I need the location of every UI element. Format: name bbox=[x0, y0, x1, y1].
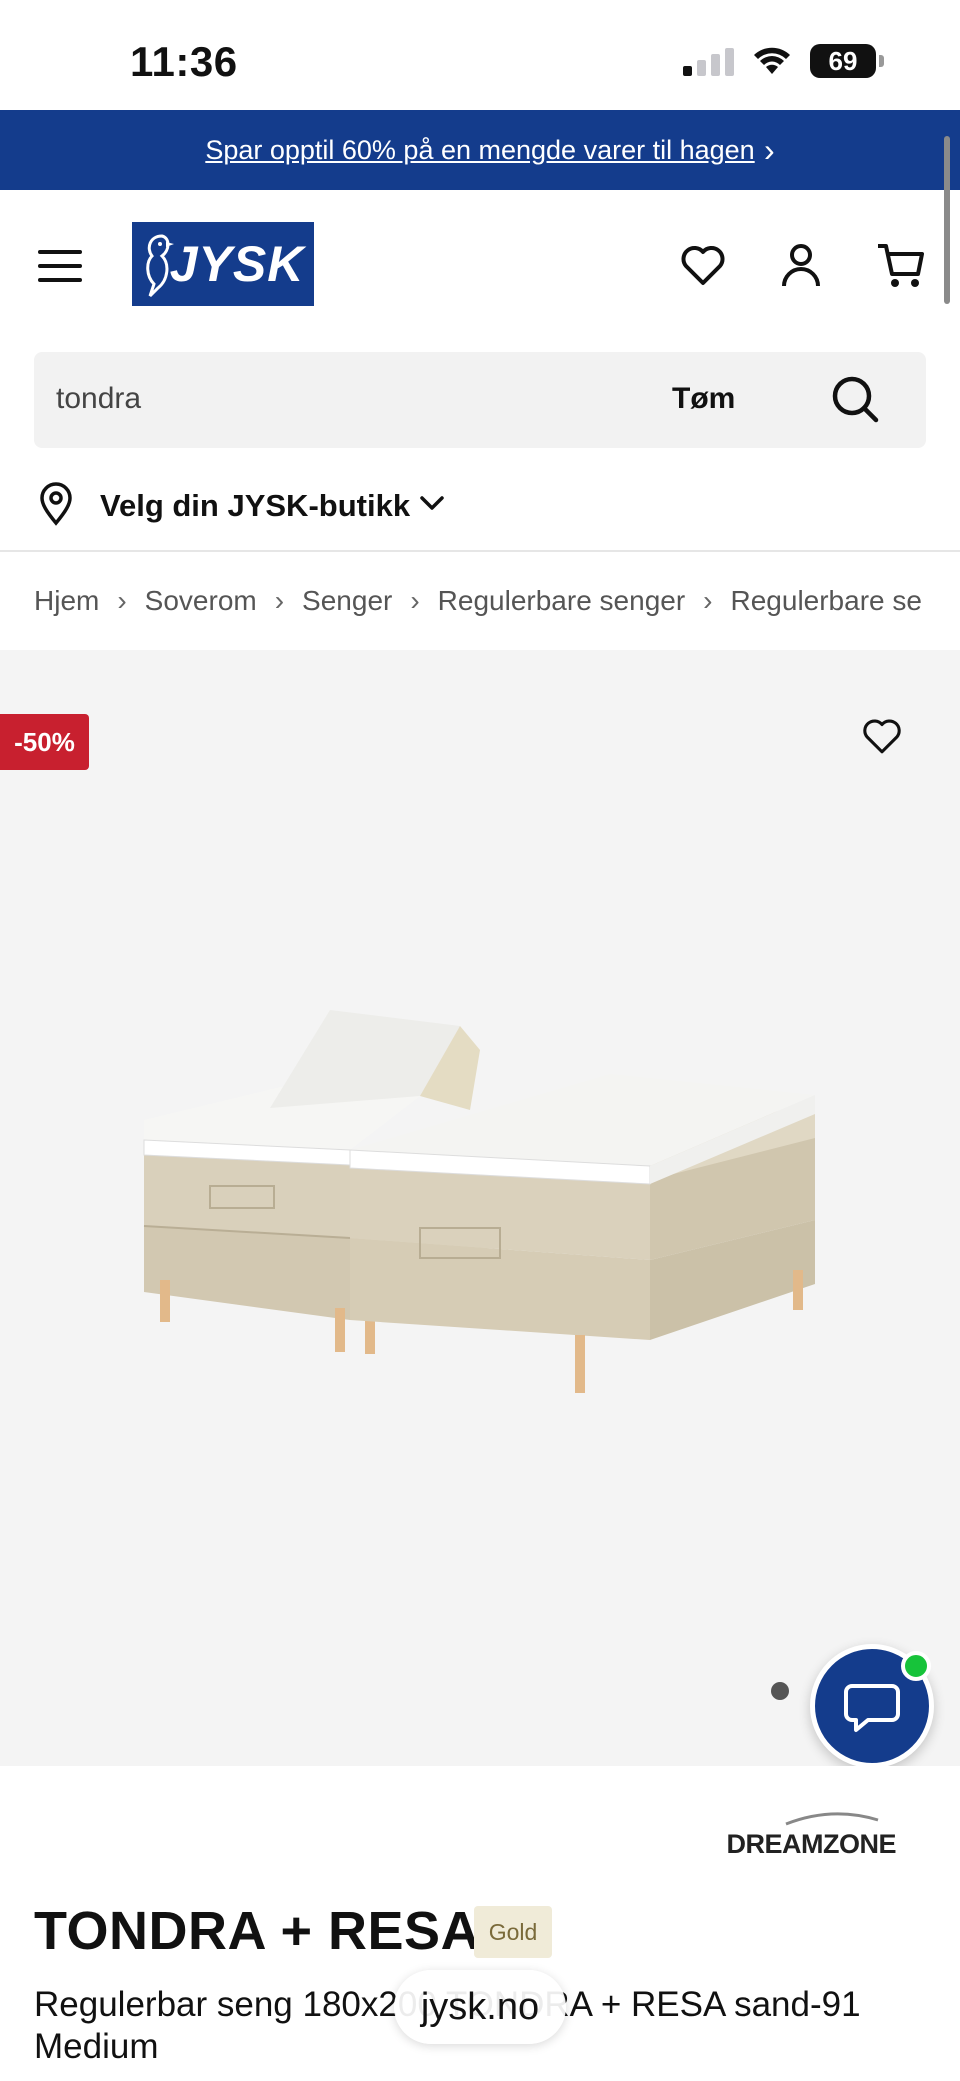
chat-button[interactable] bbox=[810, 1644, 934, 1766]
breadcrumb: Hjem › Soverom › Senger › Regulerbare se… bbox=[0, 552, 960, 650]
browser-url-bar[interactable]: jysk.no bbox=[394, 1970, 566, 2044]
menu-icon[interactable] bbox=[38, 246, 82, 286]
tier-badge: Gold bbox=[474, 1906, 552, 1958]
breadcrumb-item-current[interactable]: Regulerbare se bbox=[731, 585, 922, 617]
brand-name: DREAMZONE bbox=[726, 1829, 897, 1859]
wifi-icon bbox=[754, 47, 790, 74]
chevron-right-icon: › bbox=[274, 585, 285, 616]
store-label[interactable]: Velg din JYSK-butikk bbox=[100, 488, 410, 524]
cart-icon[interactable] bbox=[876, 240, 926, 290]
chevron-down-icon bbox=[420, 496, 444, 510]
product-image[interactable] bbox=[130, 990, 830, 1410]
user-icon[interactable] bbox=[776, 240, 826, 290]
chat-bubble-icon bbox=[844, 1684, 900, 1732]
product-title: TONDRA + RESA bbox=[34, 1901, 481, 1961]
battery-icon: 69 bbox=[810, 44, 884, 78]
chevron-right-icon: › bbox=[764, 132, 775, 168]
store-selector[interactable]: Velg din JYSK-butikk bbox=[0, 468, 960, 552]
chevron-right-icon: › bbox=[117, 585, 127, 616]
clear-button[interactable]: Tøm bbox=[672, 382, 735, 416]
status-bar: 11:36 69 bbox=[0, 0, 960, 110]
favorite-heart-icon[interactable] bbox=[860, 714, 904, 758]
breadcrumb-item-hjem[interactable]: Hjem bbox=[34, 585, 99, 617]
search-input[interactable]: tondra Tøm bbox=[34, 352, 926, 448]
gallery-dot-active[interactable] bbox=[771, 1682, 789, 1700]
jysk-logo[interactable]: JYSK bbox=[132, 222, 314, 306]
promo-link[interactable]: Spar opptil 60% på en mengde varer til h… bbox=[205, 135, 754, 166]
swoosh-icon bbox=[785, 1812, 879, 1826]
logo-text: JYSK bbox=[169, 236, 305, 292]
discount-badge: -50% bbox=[0, 714, 89, 770]
signal-icon bbox=[683, 46, 734, 76]
status-time: 11:36 bbox=[130, 38, 238, 85]
promo-banner[interactable]: Spar opptil 60% på en mengde varer til h… bbox=[0, 110, 960, 190]
breadcrumb-item-soverom[interactable]: Soverom bbox=[145, 585, 257, 617]
chevron-right-icon: › bbox=[703, 585, 713, 616]
scrollbar[interactable] bbox=[944, 136, 950, 304]
search-value[interactable]: tondra bbox=[56, 382, 141, 416]
breadcrumb-item-regulerbare-senger[interactable]: Regulerbare senger bbox=[438, 585, 686, 617]
online-status-dot bbox=[901, 1651, 931, 1681]
chevron-right-icon: › bbox=[410, 585, 420, 616]
bird-icon bbox=[146, 234, 174, 298]
breadcrumb-item-senger[interactable]: Senger bbox=[302, 585, 392, 617]
heart-icon[interactable] bbox=[678, 240, 728, 290]
site-header: JYSK bbox=[0, 190, 960, 350]
product-gallery[interactable]: -50% bbox=[0, 650, 960, 1766]
status-icons: 69 bbox=[683, 44, 884, 78]
brand-logo: DREAMZONE bbox=[727, 1810, 930, 1860]
location-pin-icon bbox=[40, 482, 72, 526]
search-icon[interactable] bbox=[830, 374, 882, 426]
